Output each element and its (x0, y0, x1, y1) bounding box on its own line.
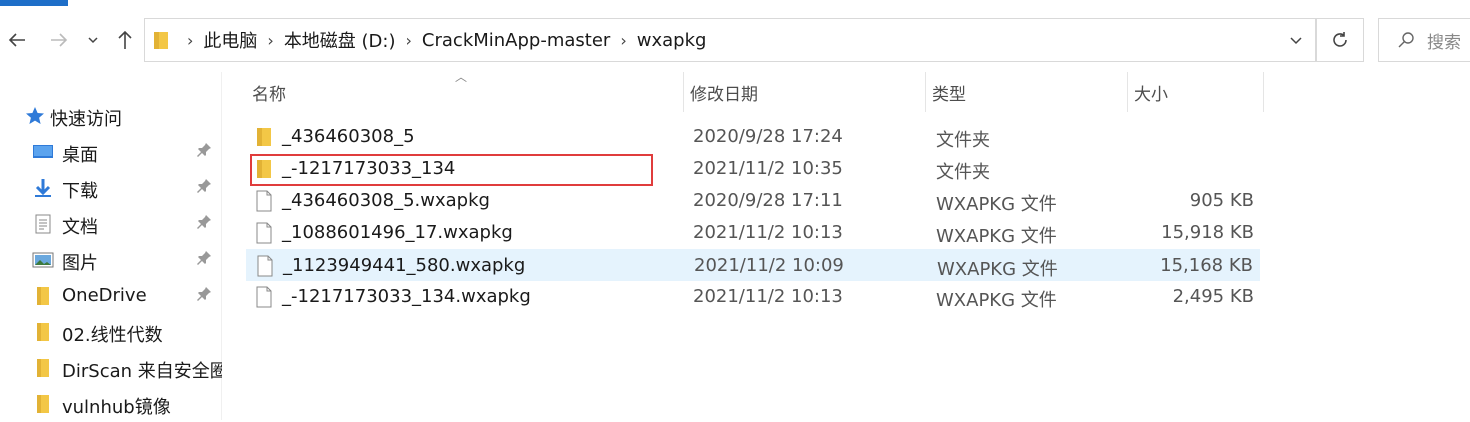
chevron-down-icon (1290, 37, 1302, 45)
file-icon (256, 286, 272, 308)
nav-item-downloads[interactable]: 下载 (0, 170, 222, 206)
file-row-selected[interactable]: _1123949441_580.wxapkg 2021/11/2 10:09 W… (246, 249, 1260, 281)
refresh-icon (1333, 32, 1347, 47)
file-row[interactable]: _1088601496_17.wxapkg 2021/11/2 10:13 WX… (246, 217, 1260, 249)
pin-icon (197, 143, 211, 157)
pin-icon (197, 215, 211, 229)
arrow-right-icon (51, 33, 68, 47)
file-type: WXAPKG 文件 (937, 259, 1058, 280)
navigation-bar: › 此电脑 › 本地磁盘 (D:) › CrackMinApp-master ›… (0, 10, 1470, 72)
back-button[interactable] (0, 10, 34, 70)
file-date: 2020/9/28 17:11 (693, 190, 843, 211)
file-size: 2,495 KB (1172, 286, 1254, 307)
file-name: _436460308_5.wxapkg (282, 190, 490, 211)
nav-item-vulnhub[interactable]: vulnhub镜像 (0, 386, 222, 422)
nav-item-label: vulnhub镜像 (62, 397, 171, 418)
folder-icon (257, 128, 271, 146)
file-date: 2021/11/2 10:35 (693, 158, 843, 179)
arrow-up-icon (118, 30, 132, 49)
breadcrumb-drive-d[interactable]: 本地磁盘 (D:) (284, 27, 396, 53)
star-icon (26, 107, 44, 124)
breadcrumb-separator: › (405, 30, 412, 50)
file-name: _436460308_5 (282, 126, 415, 147)
file-type: WXAPKG 文件 (936, 290, 1057, 311)
refresh-button[interactable] (1316, 18, 1364, 62)
folder-icon (37, 359, 49, 377)
address-dropdown-button[interactable] (1289, 29, 1303, 55)
file-size: 905 KB (1189, 190, 1254, 211)
column-header-name[interactable]: 名称 (246, 72, 684, 112)
arrow-left-icon (8, 33, 25, 47)
column-header-label: 大小 (1134, 84, 1168, 105)
file-icon (256, 190, 272, 212)
file-icon (257, 255, 273, 277)
download-icon (35, 179, 51, 197)
file-date: 2021/11/2 10:13 (693, 286, 843, 307)
chevron-down-icon (88, 37, 98, 44)
file-name: _1123949441_580.wxapkg (283, 255, 526, 276)
file-type: 文件夹 (936, 130, 990, 151)
file-row[interactable]: _436460308_5 2020/9/28 17:24 文件夹 (246, 121, 1260, 153)
breadcrumb-separator: › (187, 30, 194, 50)
file-name: _1088601496_17.wxapkg (282, 222, 513, 243)
up-button[interactable] (108, 10, 142, 70)
column-header-label: 名称 (252, 84, 286, 105)
title-strip (0, 0, 1470, 10)
search-box[interactable]: 搜索 (1378, 18, 1470, 62)
nav-item-label: DirScan 来自安全圈 (62, 361, 222, 382)
column-header-date[interactable]: 修改日期 (684, 72, 926, 112)
folder-icon (154, 32, 168, 49)
document-icon (35, 214, 51, 234)
column-header-type[interactable]: 类型 (926, 72, 1128, 112)
pin-icon (197, 287, 211, 301)
file-name: _-1217173033_134.wxapkg (282, 286, 531, 307)
file-type: 文件夹 (936, 162, 990, 183)
nav-item-dirscan[interactable]: DirScan 来自安全圈 (0, 350, 222, 386)
breadcrumb-wxapkg[interactable]: wxapkg (637, 30, 707, 51)
pin-icon (197, 251, 211, 265)
pictures-icon (32, 252, 54, 268)
file-name: _-1217173033_134 (282, 158, 456, 179)
file-row[interactable]: _-1217173033_134 2021/11/2 10:35 文件夹 (246, 153, 1260, 185)
nav-quick-access-label: 快速访问 (50, 109, 122, 130)
nav-item-label: 02.线性代数 (62, 325, 163, 346)
ribbon-tab-indicator (0, 0, 68, 6)
column-header-label: 修改日期 (690, 84, 758, 105)
breadcrumb-crackminapp[interactable]: CrackMinApp-master (422, 30, 610, 51)
nav-quick-access[interactable]: 快速访问 (0, 98, 222, 134)
file-date: 2020/9/28 17:24 (693, 126, 843, 147)
nav-item-desktop[interactable]: 桌面 (0, 134, 222, 170)
forward-button[interactable] (42, 10, 76, 70)
file-date: 2021/11/2 10:13 (693, 222, 843, 243)
nav-item-documents[interactable]: 文档 (0, 206, 222, 242)
file-row[interactable]: _-1217173033_134.wxapkg 2021/11/2 10:13 … (246, 281, 1260, 313)
file-type: WXAPKG 文件 (936, 226, 1057, 247)
desktop-icon (33, 145, 53, 158)
column-header-size[interactable]: 大小 (1128, 72, 1264, 112)
pin-icon (197, 179, 211, 193)
nav-item-linear-algebra[interactable]: 02.线性代数 (0, 314, 222, 350)
nav-item-pictures[interactable]: 图片 (0, 242, 222, 278)
file-date: 2021/11/2 10:09 (694, 255, 844, 276)
file-size: 15,918 KB (1161, 222, 1254, 243)
breadcrumb: › 此电脑 › 本地磁盘 (D:) › CrackMinApp-master ›… (177, 27, 706, 53)
file-type: WXAPKG 文件 (936, 194, 1057, 215)
search-placeholder: 搜索 (1427, 32, 1461, 53)
folder-icon (37, 323, 49, 341)
recent-locations-button[interactable] (82, 10, 104, 70)
navigation-pane: 快速访问 桌面 下载 文档 图片 OneDrive 02.线性代数 DirSca… (0, 72, 222, 420)
nav-item-onedrive[interactable]: OneDrive (0, 278, 222, 314)
folder-icon (37, 287, 49, 305)
folder-icon (37, 395, 49, 413)
address-bar[interactable]: › 此电脑 › 本地磁盘 (D:) › CrackMinApp-master ›… (144, 18, 1316, 62)
breadcrumb-separator: › (620, 30, 627, 50)
file-size: 15,168 KB (1160, 255, 1253, 276)
search-icon (1398, 32, 1414, 48)
breadcrumb-this-pc[interactable]: 此电脑 (203, 27, 257, 53)
breadcrumb-separator: › (267, 30, 274, 50)
file-icon (256, 222, 272, 244)
column-header-label: 类型 (932, 84, 966, 105)
folder-icon (257, 160, 271, 178)
file-row[interactable]: _436460308_5.wxapkg 2020/9/28 17:11 WXAP… (246, 185, 1260, 217)
